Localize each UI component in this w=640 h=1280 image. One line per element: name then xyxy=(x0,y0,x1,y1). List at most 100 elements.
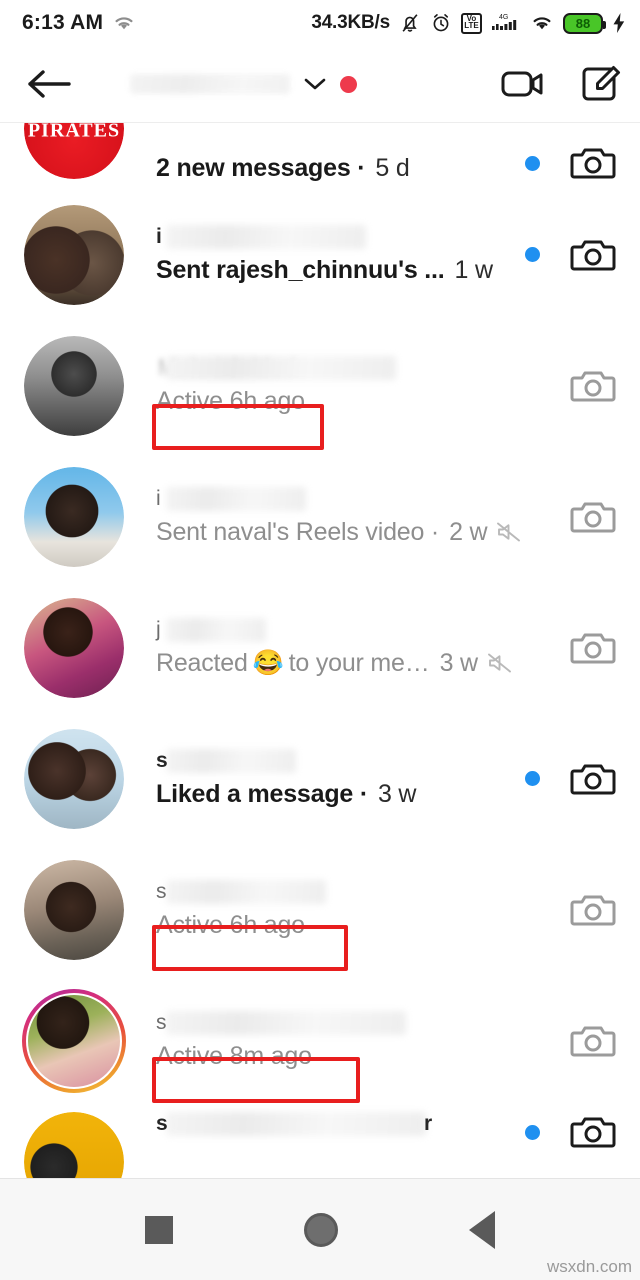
avatar-photo xyxy=(24,466,124,567)
wifi-icon xyxy=(112,14,136,32)
conversation-row[interactable]: i Sent rajesh_chinnuu's ... 1 w xyxy=(0,189,640,320)
preview-text: Liked a message · xyxy=(156,779,368,808)
conversation-row[interactable]: i Sent naval's Reels video · 2 w xyxy=(0,451,640,582)
username-initial: s xyxy=(156,1112,168,1135)
conversation-username: j xyxy=(156,617,525,642)
avatar[interactable] xyxy=(22,334,126,438)
conversation-preview: Active 8m ago xyxy=(156,1042,525,1071)
row-actions xyxy=(525,890,616,930)
conversation-list[interactable]: 2 new messages · 5 d i Sent rajesh_chinnuu'… xyxy=(0,123,640,1178)
username-initial: s xyxy=(156,748,168,772)
avatar[interactable] xyxy=(22,988,126,1093)
row-actions xyxy=(525,143,616,183)
camera-icon[interactable] xyxy=(570,497,616,537)
avatar-with-story-ring[interactable] xyxy=(22,988,126,1093)
notification-badge-dot xyxy=(340,75,357,93)
username-redaction xyxy=(166,879,326,904)
unread-indicator-placeholder xyxy=(525,509,540,524)
chevron-down-icon[interactable] xyxy=(304,77,326,91)
conversation-row[interactable]: 2 new messages · 5 d xyxy=(0,123,640,189)
wifi-icon xyxy=(530,14,554,32)
conversation-preview: Liked a message · 3 w xyxy=(156,780,525,809)
row-actions xyxy=(525,366,616,406)
row-actions xyxy=(525,759,616,799)
conversation-text: s Active 8m ago xyxy=(126,1010,525,1071)
conversation-preview: Active 6h ago xyxy=(156,387,525,416)
camera-icon[interactable] xyxy=(570,759,616,799)
camera-icon[interactable] xyxy=(570,143,616,183)
avatar-image[interactable] xyxy=(24,123,124,179)
avatar[interactable] xyxy=(22,596,126,700)
account-switcher[interactable] xyxy=(130,74,357,94)
avatar-photo xyxy=(24,204,124,305)
volte-icon: Vo LTE xyxy=(461,12,482,34)
camera-icon[interactable] xyxy=(570,1021,616,1061)
conversation-text: s Liked a message · 3 w xyxy=(126,748,525,809)
unread-indicator-placeholder xyxy=(525,1033,540,1048)
avatar-photo xyxy=(24,335,124,436)
avatar[interactable] xyxy=(22,123,126,183)
unread-indicator-dot xyxy=(525,247,540,262)
conversation-text: sr xyxy=(126,1112,525,1143)
back-button-icon[interactable] xyxy=(468,1211,495,1249)
conversation-row[interactable]: s Active 6h ago xyxy=(0,844,640,975)
video-call-icon[interactable] xyxy=(500,66,546,102)
conversation-text: s Active 6h ago xyxy=(126,879,525,940)
avatar[interactable] xyxy=(22,1112,126,1178)
app-header xyxy=(0,46,640,122)
camera-icon[interactable] xyxy=(570,1112,616,1152)
timestamp: 1 w xyxy=(454,255,494,284)
alarm-icon xyxy=(430,12,452,34)
camera-icon[interactable] xyxy=(570,628,616,668)
conversation-row[interactable]: Mohnish Mod... Active 6h ago xyxy=(0,320,640,451)
avatar[interactable] xyxy=(22,858,126,962)
svg-text:4G: 4G xyxy=(499,14,508,21)
camera-icon[interactable] xyxy=(570,366,616,406)
android-nav-bar: wsxdn.com xyxy=(0,1178,640,1280)
bell-muted-icon xyxy=(399,12,421,34)
conversation-username: s xyxy=(156,1010,525,1035)
conversation-row[interactable]: s Liked a message · 3 w xyxy=(0,713,640,844)
camera-icon[interactable] xyxy=(570,235,616,275)
avatar-image[interactable] xyxy=(24,204,124,305)
unread-indicator-dot xyxy=(525,1124,540,1140)
volte-bottom: LTE xyxy=(464,21,479,30)
timestamp: 2 w xyxy=(449,517,488,546)
mute-icon xyxy=(487,651,513,675)
avatar-image[interactable] xyxy=(24,728,124,829)
status-bar-right: 34.3KB/s Vo LTE 4G 88 xyxy=(311,12,626,34)
conversation-row[interactable]: sr xyxy=(0,1106,640,1178)
avatar[interactable] xyxy=(22,203,126,307)
username-redaction xyxy=(166,748,296,773)
avatar-image[interactable] xyxy=(24,466,124,567)
avatar-image[interactable] xyxy=(24,597,124,698)
status-bar: 6:13 AM 34.3KB/s Vo LTE 4G 88 xyxy=(0,0,640,46)
preview-text: Active 6h ago xyxy=(156,386,305,415)
avatar[interactable] xyxy=(22,727,126,831)
conversation-text: i Sent naval's Reels video · 2 w xyxy=(126,486,525,547)
username-redaction xyxy=(166,355,396,380)
home-button-icon[interactable] xyxy=(303,1213,338,1247)
conversation-row[interactable]: j Reacted 😂 to your me… 3 w xyxy=(0,582,640,713)
avatar-image[interactable] xyxy=(24,1112,124,1178)
timestamp: 3 w xyxy=(439,648,479,677)
back-arrow-icon[interactable] xyxy=(26,66,72,102)
unread-indicator-placeholder xyxy=(525,902,540,917)
preview-text-after: to your me… xyxy=(288,648,430,677)
conversation-row[interactable]: s Active 8m ago xyxy=(0,975,640,1106)
recents-button-icon[interactable] xyxy=(145,1216,174,1244)
avatar[interactable] xyxy=(22,465,126,569)
camera-icon[interactable] xyxy=(570,890,616,930)
preview-text: Active 8m ago xyxy=(156,1041,312,1070)
username-redaction xyxy=(166,486,306,511)
conversation-text: j Reacted 😂 to your me… 3 w xyxy=(126,617,525,678)
preview-text: Sent rajesh_chinnuu's ... xyxy=(156,255,445,284)
compose-message-icon[interactable] xyxy=(580,64,622,104)
preview-text: Active 6h ago xyxy=(156,910,305,939)
avatar-image[interactable] xyxy=(24,859,124,960)
battery-level: 88 xyxy=(575,15,591,31)
username-initial: j xyxy=(156,617,161,641)
avatar-photo xyxy=(26,992,122,1089)
username-redaction xyxy=(166,1112,426,1136)
avatar-image[interactable] xyxy=(24,335,124,436)
